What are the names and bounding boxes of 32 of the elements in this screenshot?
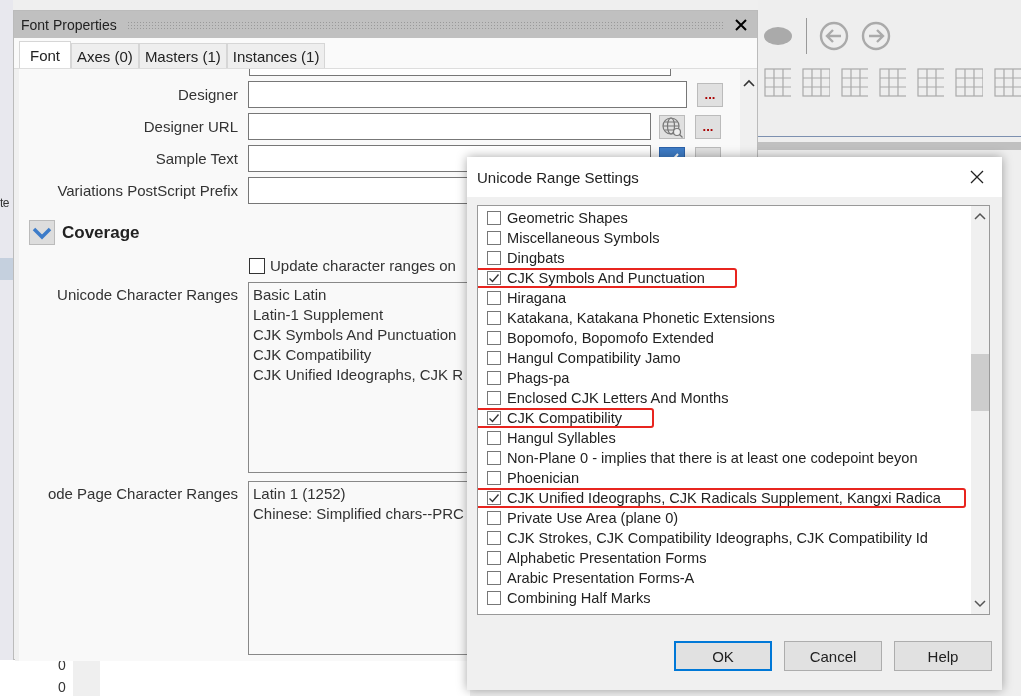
range-name: Katakana, Katakana Phonetic Extensions [507, 310, 775, 326]
range-name: Enclosed CJK Letters And Months [507, 390, 729, 406]
range-name: Geometric Shapes [507, 210, 628, 226]
section-title: Coverage [62, 222, 140, 243]
side-text: te [0, 196, 9, 210]
range-name: Bopomofo, Bopomofo Extended [507, 330, 714, 346]
range-name: Phags-pa [507, 370, 570, 386]
range-name: CJK Symbols And Punctuation [507, 270, 705, 286]
range-name: CJK Unified Ideographs, CJK Radicals Supplement, Kangxi Radica [507, 490, 941, 506]
grid-cell: 0 [58, 679, 66, 695]
field-label: Variations PostScript Prefix [56, 182, 238, 199]
field-label: Designer URL [142, 118, 238, 135]
window-title: Unicode Range Settings [477, 168, 639, 186]
range-name: Private Use Area (plane 0) [507, 510, 679, 526]
range-name: Phoenician [507, 470, 580, 486]
range-name: CJK Compatibility [507, 410, 623, 426]
range-name: Alphabetic Presentation Forms [507, 550, 707, 566]
range-name: Non-Plane 0 - implies that there is at least one codepoint beyon [507, 450, 918, 466]
range-name: Combining Half Marks [507, 590, 651, 606]
range-name: Miscellaneous Symbols [507, 230, 660, 246]
checkbox-label: Update character ranges on [270, 257, 456, 274]
range-name: Arabic Presentation Forms-A [507, 570, 695, 586]
field-label: Designer [176, 86, 238, 103]
window-title: Font Properties [21, 16, 117, 33]
field-label: Sample Text [154, 150, 238, 167]
field-label: ode Page Character Ranges [46, 485, 238, 502]
range-name: Hangul Syllables [507, 430, 616, 446]
range-name: CJK Strokes, CJK Compatibility Ideographs, CJK Compatibility Id [507, 530, 928, 546]
range-name: Hiragana [507, 290, 567, 306]
field-label: Unicode Character Ranges [56, 286, 238, 303]
range-name: Hangul Compatibility Jamo [507, 350, 681, 366]
range-name: Dingbats [507, 250, 565, 266]
